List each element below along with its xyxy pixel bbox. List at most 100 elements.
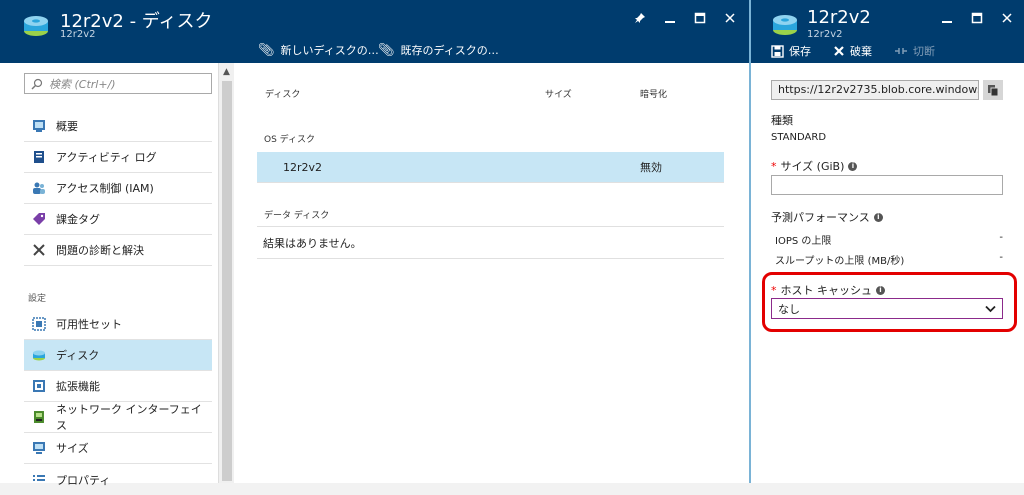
maximize-icon[interactable] [690, 8, 710, 28]
info-icon[interactable]: i [873, 212, 883, 222]
save-button[interactable]: 保存 [771, 43, 811, 59]
sidebar-item-activity-log[interactable]: アクティビティ ログ [24, 142, 212, 173]
existing-disk-label: 既存のディスクの… [400, 44, 499, 57]
required-mark: * [771, 283, 777, 297]
column-header-encryption: 暗号化 [640, 90, 668, 100]
maximize-icon[interactable] [967, 8, 987, 28]
scroll-up-icon[interactable]: ▲ [223, 67, 230, 77]
tag-icon [33, 213, 45, 225]
perf-label-row: 予測パフォーマンス i [771, 209, 883, 225]
sidebar-item-network-interfaces[interactable]: ネットワーク インターフェイス [24, 402, 212, 433]
sidebar-scrollbar[interactable]: ▲ [218, 63, 234, 483]
disk-encryption: 無効 [640, 161, 662, 174]
size-icon [33, 442, 45, 454]
column-header-size: サイズ [545, 90, 572, 100]
availability-set-icon [32, 317, 46, 331]
search-placeholder: 検索 (Ctrl+/) [49, 77, 116, 91]
sidebar-item-properties[interactable]: プロパティ [24, 464, 212, 495]
attach-icon: 📎︎ [378, 42, 395, 58]
close-icon[interactable] [720, 8, 740, 28]
size-label-row: * サイズ (GiB) i [771, 158, 858, 174]
throughput-label: スループットの上限 (MB/秒) [775, 256, 905, 267]
type-value: STANDARD [771, 132, 827, 143]
info-icon[interactable]: i [848, 161, 858, 171]
sidebar-item-label: 概要 [56, 120, 78, 133]
minimize-icon[interactable] [660, 8, 680, 28]
disk-logo-icon [24, 16, 48, 36]
iops-value: - [999, 232, 1003, 243]
info-icon[interactable]: i [876, 285, 885, 295]
settings-section-label: 設定 [28, 294, 47, 304]
disk-url-field[interactable]: https://12r2v2735.blob.core.windows [771, 80, 979, 100]
disk-detail-blade: 12r2v2 12r2v2 保存 破棄 切断 https://12r2v2735… [749, 0, 1024, 483]
detach-label: 切断 [913, 45, 935, 58]
disk-logo-icon [773, 15, 797, 35]
sidebar-item-label: 拡張機能 [56, 380, 100, 393]
cache-label-row: * ホスト キャッシュ i [771, 282, 885, 298]
detach-button[interactable]: 切断 [894, 43, 935, 59]
divider [257, 226, 724, 227]
sidebar-item-label: プロパティ [56, 473, 111, 487]
disk-list-panel: ディスク サイズ 暗号化 OS ディスク 12r2v2 無効 データ ディスク … [234, 63, 749, 483]
copy-icon [988, 84, 999, 96]
blade-subtitle: 12r2v2 [60, 29, 96, 40]
activity-log-icon [34, 151, 44, 163]
new-disk-button[interactable]: 📎︎ 新しいディスクの… [258, 42, 379, 58]
sidebar-item-size[interactable]: サイズ [24, 433, 212, 464]
close-icon[interactable] [997, 8, 1017, 28]
os-disk-section-label: OS ディスク [264, 135, 316, 145]
required-mark: * [771, 159, 777, 173]
sidebar-item-label: サイズ [56, 442, 89, 455]
throughput-row: スループットの上限 (MB/秒) - [775, 252, 1003, 267]
search-icon [31, 78, 43, 89]
disk-icon [33, 350, 45, 361]
size-input[interactable] [771, 175, 1003, 195]
sidebar-item-diagnose[interactable]: 問題の診断と解決 [24, 235, 212, 266]
minimize-icon[interactable] [937, 8, 957, 28]
search-input[interactable]: 検索 (Ctrl+/) [24, 73, 212, 94]
scrollbar-thumb[interactable] [222, 81, 232, 481]
sidebar-item-label: アクセス制御 (IAM) [56, 182, 154, 195]
detach-icon [895, 48, 907, 54]
data-disk-section-label: データ ディスク [264, 211, 330, 221]
iops-label: IOPS の上限 [775, 236, 832, 247]
window-controls [630, 8, 740, 28]
chevron-down-icon [985, 305, 996, 312]
sidebar-item-availability-set[interactable]: 可用性セット [24, 309, 212, 340]
sidebar-item-label: アクティビティ ログ [56, 151, 157, 164]
iops-row: IOPS の上限 - [775, 232, 1003, 247]
perf-label: 予測パフォーマンス [771, 211, 870, 224]
properties-icon [33, 474, 45, 481]
save-icon [771, 44, 784, 58]
sidebar-item-iam[interactable]: アクセス制御 (IAM) [24, 173, 212, 204]
iam-icon [33, 182, 45, 194]
size-label: サイズ (GiB) [780, 160, 845, 173]
sidebar-item-overview[interactable]: 概要 [24, 111, 212, 142]
pin-icon[interactable] [630, 8, 650, 28]
extensions-icon [33, 380, 45, 392]
disk-name: 12r2v2 [283, 160, 323, 174]
discard-label: 破棄 [850, 45, 872, 58]
sidebar-item-disks[interactable]: ディスク [24, 340, 212, 371]
tools-icon [33, 244, 45, 256]
host-cache-value: なし [778, 302, 800, 316]
sidebar-item-label: ネットワーク インターフェイス [55, 403, 202, 432]
sidebar-item-label: 問題の診断と解決 [56, 244, 144, 257]
sidebar-item-label: 課金タグ [56, 213, 100, 226]
discard-icon [834, 46, 844, 56]
save-label: 保存 [789, 45, 811, 58]
existing-disk-button[interactable]: 📎︎ 既存のディスクの… [378, 42, 499, 58]
column-header-disk: ディスク [265, 90, 301, 100]
detail-title: 12r2v2 [807, 7, 871, 28]
host-cache-select[interactable]: なし [771, 298, 1003, 319]
window-controls [937, 8, 1017, 28]
discard-button[interactable]: 破棄 [833, 43, 872, 59]
type-label: 種類 [771, 114, 793, 127]
network-interface-icon [33, 411, 44, 423]
sidebar-item-extensions[interactable]: 拡張機能 [24, 371, 212, 402]
sidebar-item-tags[interactable]: 課金タグ [24, 204, 212, 235]
copy-button[interactable] [983, 80, 1003, 100]
empty-text: 結果はありません。 [263, 237, 362, 250]
table-row[interactable]: 12r2v2 無効 [257, 152, 724, 183]
sidebar-item-label: ディスク [56, 349, 100, 362]
